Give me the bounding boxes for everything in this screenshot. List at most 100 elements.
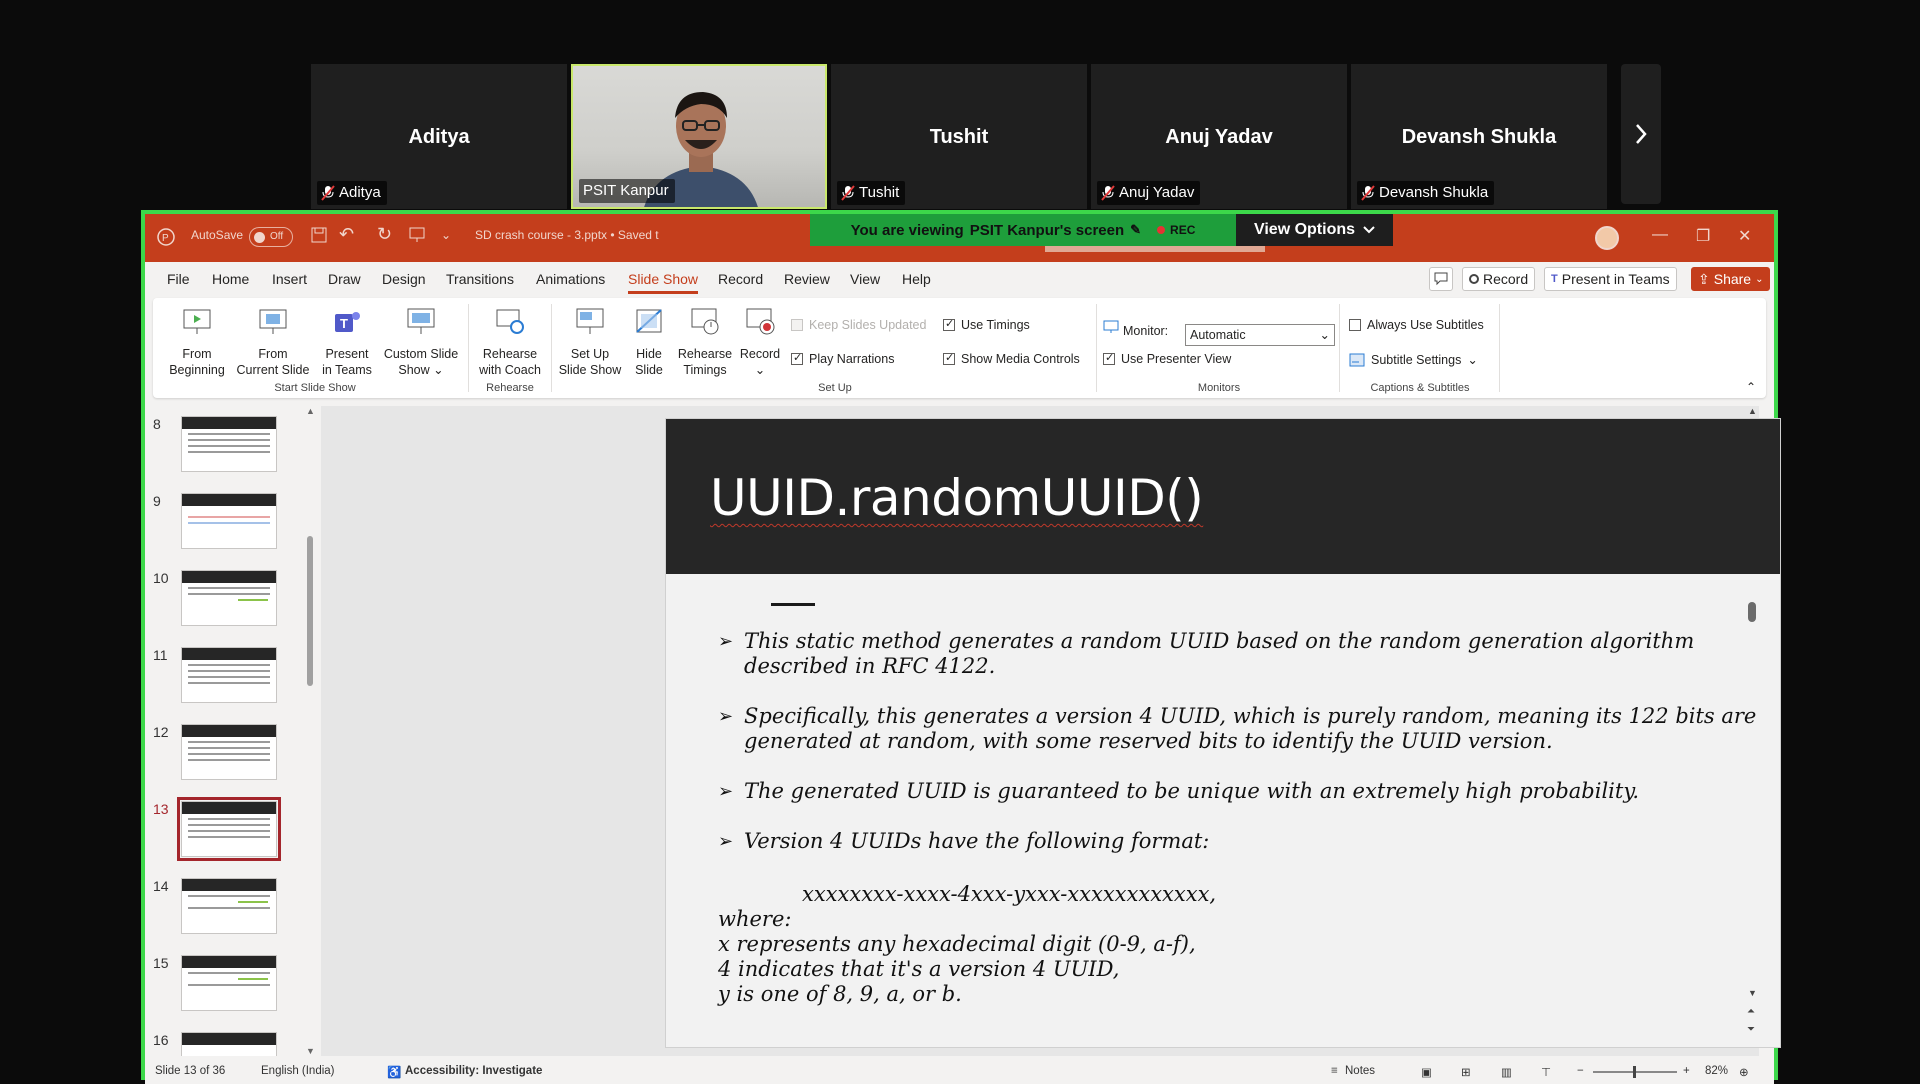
- editor-scrollbar[interactable]: ▲ ▼ ⏶ ⏷: [1745, 406, 1759, 1056]
- slide-counter: Slide 13 of 36: [155, 1065, 226, 1077]
- collapse-ribbon-icon[interactable]: ⌃: [1746, 380, 1756, 394]
- slide-thumbnail[interactable]: [181, 724, 277, 780]
- thumbnail-scrollbar[interactable]: ▲ ▼: [305, 406, 315, 1056]
- participant-tile[interactable]: Aditya Aditya: [311, 64, 567, 209]
- slide-body-text[interactable]: This static method generates a random UU…: [718, 629, 1758, 1007]
- hide-slide-button[interactable]: Hide Slide: [627, 306, 671, 378]
- fit-to-window-icon[interactable]: ⊕: [1739, 1065, 1749, 1079]
- use-timings-checkbox[interactable]: Use Timings: [943, 317, 1030, 332]
- slide-canvas[interactable]: UUID.randomUUID() This static method gen…: [665, 418, 1781, 1048]
- record-top-button[interactable]: Record: [1462, 267, 1536, 291]
- view-options-button[interactable]: View Options: [1236, 214, 1393, 246]
- from-beginning-button[interactable]: From Beginning: [167, 306, 227, 378]
- language-indicator[interactable]: English (India): [261, 1065, 335, 1077]
- menu-slide-show[interactable]: Slide Show: [628, 271, 699, 294]
- slide-thumbnail[interactable]: [181, 493, 277, 549]
- scroll-down-icon[interactable]: ▼: [306, 1046, 315, 1056]
- participant-tile[interactable]: Anuj Yadav Anuj Yadav: [1091, 64, 1347, 209]
- participant-label: Aditya: [317, 181, 387, 205]
- scrollbar-thumb[interactable]: [307, 536, 313, 686]
- menu-animations[interactable]: Animations: [536, 271, 605, 287]
- menu-insert[interactable]: Insert: [272, 271, 307, 287]
- screen-share-banner: You are viewing PSIT Kanpur's screen ✎ R…: [810, 214, 1236, 246]
- slide-thumbnail[interactable]: [181, 1032, 277, 1056]
- share-button[interactable]: ⇪ Share ⌄: [1691, 267, 1771, 291]
- set-up-slide-show-button[interactable]: Set Up Slide Show: [555, 306, 625, 378]
- menu-help[interactable]: Help: [902, 271, 931, 287]
- autosave-toggle[interactable]: Off: [249, 227, 293, 247]
- participant-label: Tushit: [837, 181, 906, 205]
- menu-file[interactable]: File: [167, 271, 190, 287]
- comments-button[interactable]: [1429, 267, 1453, 291]
- participant-video-tile[interactable]: PSIT Kanpur: [571, 64, 827, 209]
- subtitle-settings-button[interactable]: Subtitle Settings ⌄: [1349, 352, 1478, 367]
- rehearse-timings-button[interactable]: Rehearse Timings: [673, 306, 737, 378]
- menu-view[interactable]: View: [850, 271, 880, 287]
- slide-thumbnail[interactable]: [181, 955, 277, 1011]
- record-ribbon-button[interactable]: Record ⌄: [737, 306, 783, 378]
- redo-icon[interactable]: ↻: [377, 224, 392, 245]
- scroll-up-icon[interactable]: ▲: [306, 406, 315, 416]
- bullet-item: The generated UUID is guaranteed to be u…: [718, 779, 1758, 804]
- divider: [1339, 304, 1340, 392]
- slide-sorter-icon[interactable]: ⊞: [1461, 1065, 1471, 1079]
- scroll-up-icon[interactable]: ▲: [1748, 406, 1757, 416]
- slide-thumbnail[interactable]: [181, 570, 277, 626]
- rehearse-with-coach-button[interactable]: Rehearse with Coach: [473, 306, 547, 378]
- next-participants-button[interactable]: [1621, 64, 1661, 204]
- custom-slide-show-button[interactable]: Custom Slide Show ⌄: [379, 306, 463, 378]
- next-slide-icon[interactable]: ⏷: [1747, 1024, 1755, 1035]
- participant-name: Devansh Shukla: [1401, 126, 1557, 148]
- slide-title[interactable]: UUID.randomUUID(): [710, 469, 1204, 527]
- undo-icon[interactable]: ↶: [339, 224, 354, 245]
- chevron-down-icon: ⌄: [754, 363, 766, 377]
- close-icon[interactable]: ✕: [1738, 226, 1751, 246]
- slideshow-view-icon[interactable]: ⊤: [1541, 1065, 1551, 1079]
- save-icon[interactable]: [311, 227, 327, 243]
- group-monitors: Monitors: [1197, 382, 1241, 394]
- zoom-slider-thumb[interactable]: [1633, 1066, 1636, 1078]
- divider: [1499, 304, 1500, 392]
- play-narrations-checkbox[interactable]: Play Narrations: [791, 351, 894, 366]
- account-avatar[interactable]: [1595, 226, 1619, 250]
- use-presenter-view-checkbox[interactable]: Use Presenter View: [1103, 351, 1231, 366]
- participant-tile[interactable]: Tushit Tushit: [831, 64, 1087, 209]
- participant-tile[interactable]: Devansh Shukla Devansh Shukla: [1351, 64, 1607, 209]
- present-icon[interactable]: [409, 227, 425, 243]
- chevron-down-icon: ⌄: [433, 363, 444, 377]
- zoom-out-icon[interactable]: −: [1577, 1065, 1584, 1077]
- zoom-level[interactable]: 82%: [1705, 1065, 1728, 1077]
- normal-view-icon[interactable]: ▣: [1421, 1065, 1432, 1079]
- menu-review[interactable]: Review: [784, 271, 830, 287]
- minimize-icon[interactable]: —: [1652, 226, 1668, 244]
- present-in-teams-ribbon-button[interactable]: T Present in Teams: [317, 306, 377, 378]
- zoom-slider[interactable]: [1593, 1066, 1677, 1078]
- mic-off-icon: [321, 185, 335, 201]
- keep-slides-updated-checkbox[interactable]: Keep Slides Updated: [791, 318, 926, 332]
- scrollbar-thumb[interactable]: [1748, 602, 1756, 622]
- scroll-down-icon[interactable]: ▼: [1748, 988, 1757, 998]
- show-media-controls-checkbox[interactable]: Show Media Controls: [943, 351, 1080, 366]
- always-use-subtitles-checkbox[interactable]: Always Use Subtitles: [1349, 318, 1484, 332]
- menu-home[interactable]: Home: [212, 271, 249, 287]
- zoom-in-icon[interactable]: +: [1683, 1065, 1690, 1077]
- previous-slide-icon[interactable]: ⏶: [1747, 1006, 1755, 1017]
- restore-icon[interactable]: ❐: [1696, 226, 1710, 246]
- from-current-slide-button[interactable]: From Current Slide: [233, 306, 313, 378]
- menu-transitions[interactable]: Transitions: [446, 271, 514, 287]
- reading-view-icon[interactable]: ▥: [1501, 1065, 1512, 1079]
- menu-record[interactable]: Record: [718, 271, 763, 287]
- menu-design[interactable]: Design: [382, 271, 426, 287]
- present-in-teams-button[interactable]: T Present in Teams: [1544, 267, 1677, 291]
- menu-draw[interactable]: Draw: [328, 271, 361, 287]
- svg-text:P: P: [162, 233, 169, 244]
- monitor-select[interactable]: Automatic ⌄: [1185, 324, 1335, 346]
- slide-thumbnail[interactable]: [181, 878, 277, 934]
- coach-icon: [496, 309, 524, 334]
- slide-thumbnail-selected[interactable]: [177, 797, 281, 861]
- slide-thumbnail[interactable]: [181, 647, 277, 703]
- slide-thumbnail[interactable]: [181, 416, 277, 472]
- customize-toolbar-icon[interactable]: ⌄: [441, 228, 451, 242]
- notes-button[interactable]: Notes: [1345, 1065, 1375, 1077]
- accessibility-status[interactable]: Accessibility: Investigate: [405, 1065, 542, 1077]
